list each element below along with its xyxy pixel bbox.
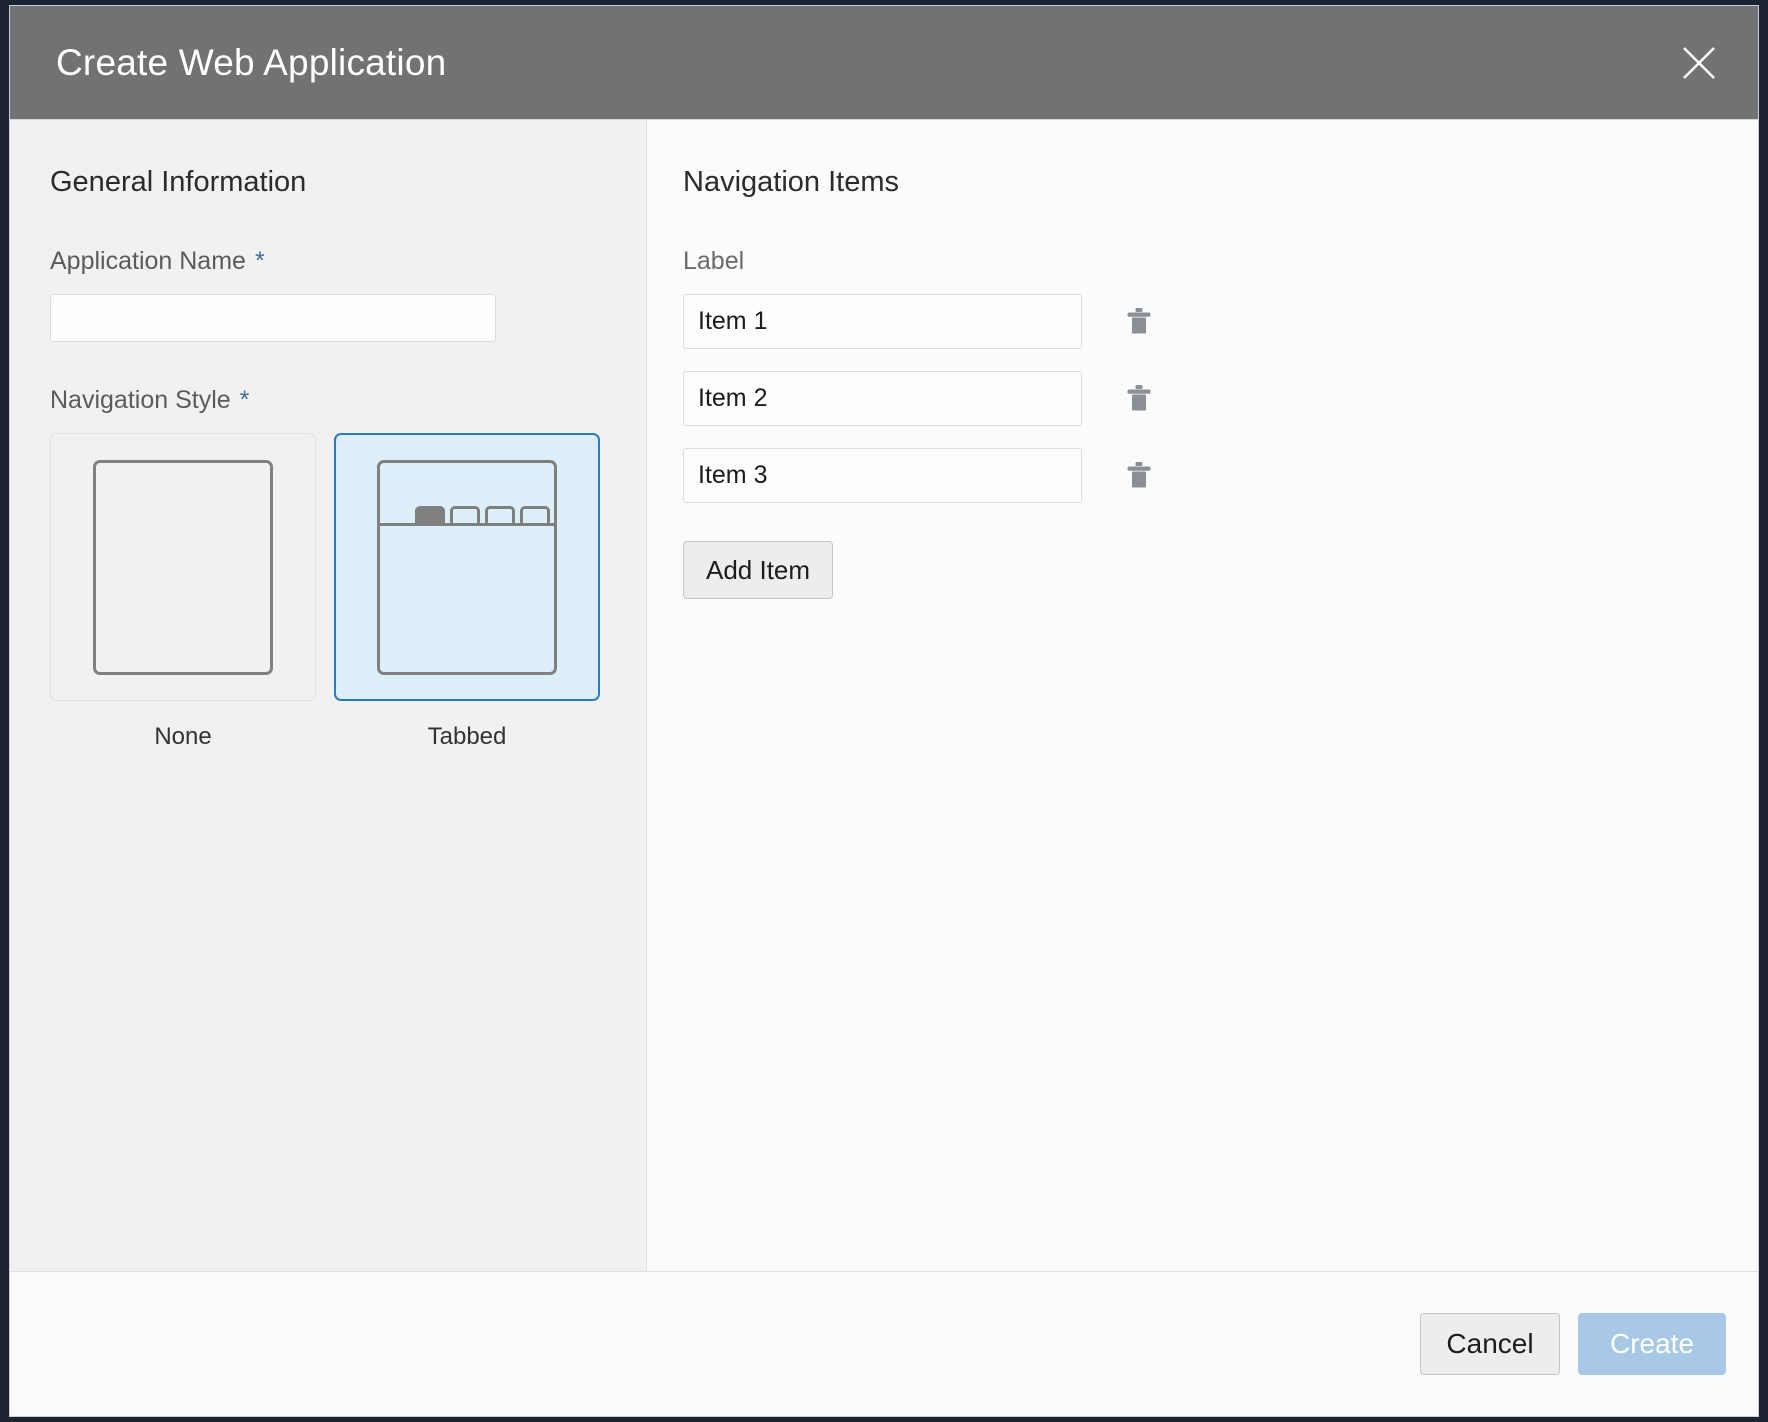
mock-tab bbox=[485, 505, 515, 523]
dialog-title: Create Web Application bbox=[56, 41, 447, 83]
nav-item-input-3[interactable] bbox=[683, 448, 1082, 503]
nav-item-row bbox=[683, 371, 1718, 426]
general-information-panel: General Information Application Name * N… bbox=[10, 120, 647, 1271]
application-name-label-text: Application Name bbox=[50, 247, 246, 275]
general-information-heading: General Information bbox=[50, 166, 307, 198]
label-column-header: Label bbox=[683, 247, 745, 275]
dialog-header: Create Web Application bbox=[10, 6, 1758, 119]
navigation-style-option-none[interactable]: None bbox=[50, 433, 316, 751]
create-web-application-dialog: Create Web Application General Informati… bbox=[10, 6, 1758, 1416]
mock-divider bbox=[380, 522, 554, 526]
mock-tab bbox=[520, 505, 550, 523]
required-asterisk-icon: * bbox=[239, 386, 250, 414]
dialog-footer: Cancel Create bbox=[10, 1271, 1758, 1416]
required-asterisk-icon: * bbox=[254, 247, 265, 275]
navigation-style-caption-none: None bbox=[154, 723, 212, 750]
close-icon[interactable] bbox=[1674, 38, 1724, 88]
navigation-style-field: Navigation Style * None Tabbed bbox=[50, 386, 606, 751]
navigation-style-card-none[interactable] bbox=[50, 433, 316, 701]
mock-tab bbox=[450, 505, 480, 523]
nav-item-input-1[interactable] bbox=[683, 294, 1082, 349]
navigation-style-options: None Tabbed bbox=[50, 433, 606, 751]
nav-item-row bbox=[683, 294, 1718, 349]
add-item-button[interactable]: Add Item bbox=[683, 541, 834, 599]
navigation-items-heading: Navigation Items bbox=[683, 166, 899, 198]
mock-tab-strip bbox=[415, 505, 550, 523]
navigation-style-label: Navigation Style * bbox=[50, 386, 606, 415]
nav-item-input-2[interactable] bbox=[683, 371, 1082, 426]
navigation-style-label-text: Navigation Style bbox=[50, 386, 231, 414]
navigation-style-card-tabbed[interactable] bbox=[334, 433, 600, 701]
trash-icon[interactable] bbox=[1122, 303, 1156, 341]
application-name-field: Application Name * bbox=[50, 247, 606, 342]
mock-tab-active bbox=[415, 505, 445, 523]
create-button[interactable]: Create bbox=[1578, 1313, 1726, 1375]
dialog-body: General Information Application Name * N… bbox=[10, 119, 1758, 1271]
trash-icon[interactable] bbox=[1122, 380, 1156, 418]
application-name-label: Application Name * bbox=[50, 247, 606, 276]
nav-item-row bbox=[683, 448, 1718, 503]
cancel-button[interactable]: Cancel bbox=[1420, 1313, 1560, 1375]
navigation-items-panel: Navigation Items Label Item 1 Item 2 Ite… bbox=[647, 120, 1758, 1271]
plain-page-icon bbox=[93, 459, 273, 675]
tabbed-page-icon bbox=[377, 459, 557, 675]
navigation-style-caption-tabbed: Tabbed bbox=[427, 723, 507, 750]
navigation-style-option-tabbed[interactable]: Tabbed bbox=[334, 433, 600, 751]
trash-icon[interactable] bbox=[1122, 457, 1156, 495]
application-name-input[interactable] bbox=[50, 294, 496, 342]
